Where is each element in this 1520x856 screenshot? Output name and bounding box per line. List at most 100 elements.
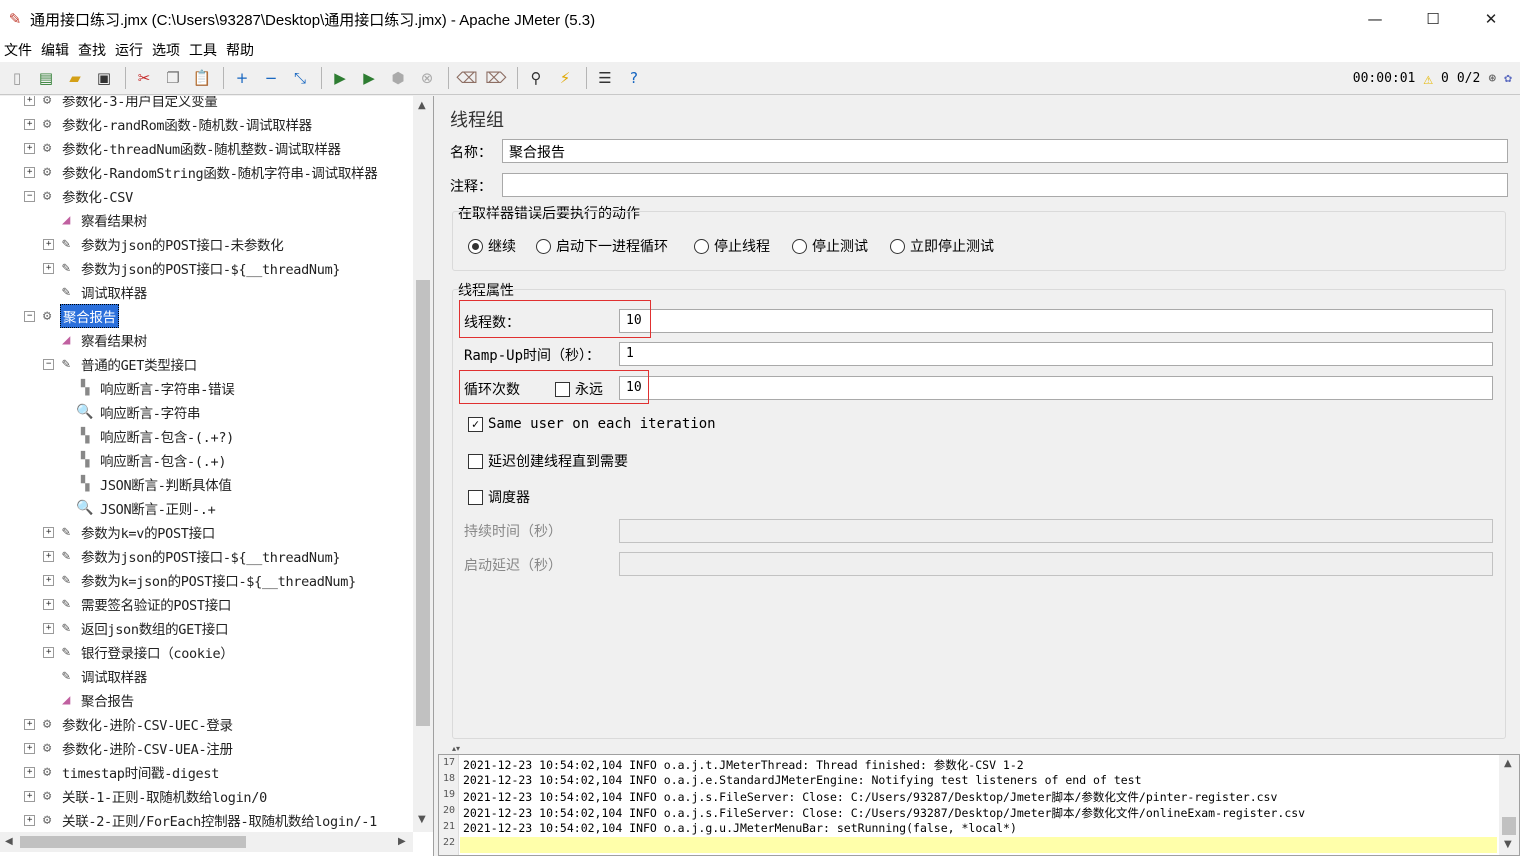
start-no-pauses-icon[interactable]: ▶	[356, 65, 382, 91]
tree-node[interactable]: + ⚙ 参数化-threadNum函数-随机整数-调试取样器	[24, 136, 343, 160]
tree-node[interactable]: 🔍 响应断言-字符串	[62, 400, 202, 424]
scroll-up-arrow-icon[interactable]: ▲	[418, 100, 426, 111]
tree-node[interactable]: + ⚙ 参数化-randRom函数-随机数-调试取样器	[24, 112, 314, 136]
comment-field[interactable]	[502, 173, 1508, 197]
expand-icon[interactable]: +	[24, 814, 35, 826]
copy-icon[interactable]: ❐	[160, 65, 186, 91]
log-toggle-icon[interactable]: ✿	[1504, 71, 1512, 86]
tree-node[interactable]: + ✎ 参数为k=v的POST接口	[43, 520, 217, 544]
tree-horizontal-scrollbar[interactable]: ◀ ▶	[0, 832, 413, 852]
reset-search-broom-icon[interactable]: ⚡	[552, 65, 578, 91]
expand-icon[interactable]: +	[24, 142, 35, 154]
tree-node[interactable]: + ✎ 需要签名验证的POST接口	[43, 592, 233, 616]
tree-node[interactable]: + ⚙ 参数化-进阶-CSV-UEC-登录	[24, 712, 235, 736]
splitter-arrows-icon[interactable]: ▴▾	[452, 744, 460, 753]
expand-icon[interactable]: +	[43, 574, 54, 586]
expand-icon[interactable]: +	[24, 118, 35, 130]
radio-continue[interactable]: 继续	[468, 236, 516, 256]
threads-field[interactable]: 10	[619, 309, 1493, 333]
scroll-down-arrow-icon[interactable]: ▼	[418, 814, 426, 825]
rampup-field[interactable]: 1	[619, 342, 1493, 366]
menu-options[interactable]: 选项	[152, 40, 180, 60]
tree-node[interactable]: + ⚙ 关联-1-正则-取随机数给login/0	[24, 784, 269, 808]
maximize-button[interactable]: ☐	[1404, 0, 1462, 38]
log-panel[interactable]: 17 2021-12-23 10:54:02,104 INFO o.a.j.t.J…	[438, 754, 1520, 856]
expand-all-icon[interactable]: +	[229, 65, 255, 91]
paste-icon[interactable]: 📋	[189, 65, 215, 91]
tree-node[interactable]: 🔍 JSON断言-正则-.+	[62, 496, 217, 520]
menu-tools[interactable]: 工具	[189, 40, 217, 60]
radio-start-next-loop[interactable]: 启动下一进程循环	[536, 236, 668, 256]
menu-edit[interactable]: 编辑	[41, 40, 69, 60]
tree-node[interactable]: + ⚙ 参数化-RandomString函数-随机字符串-调试取样器	[24, 160, 379, 184]
tree-node[interactable]: ▚ 响应断言-字符串-错误	[62, 376, 236, 400]
expand-icon[interactable]: +	[43, 526, 54, 538]
delay-thread-creation-checkbox[interactable]: 延迟创建线程直到需要	[468, 451, 628, 471]
tree-node[interactable]: ▚ 响应断言-包含-(.+?)	[62, 424, 236, 448]
tree-node[interactable]: − ⚙ 聚合报告	[24, 304, 119, 328]
tree-node[interactable]: + ✎ 返回json数组的GET接口	[43, 616, 230, 640]
menu-file[interactable]: 文件	[4, 40, 32, 60]
start-icon[interactable]: ▶	[327, 65, 353, 91]
expand-icon[interactable]: +	[24, 718, 35, 730]
expand-icon[interactable]: +	[24, 790, 35, 802]
expand-icon[interactable]: +	[24, 766, 35, 778]
tree-node[interactable]: + ✎ 参数为k=json的POST接口-${__threadNum}	[43, 568, 358, 592]
scroll-thumb[interactable]	[416, 280, 430, 726]
cut-icon[interactable]: ✂	[131, 65, 157, 91]
test-plan-tree[interactable]: + ⚙ 参数化-3-用户自定义变量 + ⚙ 参数化-randRom函数-随机数-调试取样器…	[0, 96, 434, 856]
same-user-checkbox[interactable]: ✓ Same user on each iteration	[468, 416, 716, 432]
scroll-down-arrow-icon[interactable]: ▼	[1504, 839, 1512, 850]
tree-node[interactable]: + ✎ 参数为json的POST接口-${__threadNum}	[43, 544, 342, 568]
collapse-icon[interactable]: −	[24, 190, 35, 202]
tree-node[interactable]: + ✎ 参数为json的POST接口-${__threadNum}	[43, 256, 342, 280]
tree-node[interactable]: ▚ 响应断言-包含-(.+)	[62, 448, 228, 472]
stop-icon[interactable]: ⬢	[385, 65, 411, 91]
shutdown-icon[interactable]: ⊗	[414, 65, 440, 91]
collapse-all-icon[interactable]: −	[258, 65, 284, 91]
tree-node[interactable]: ◢ 察看结果树	[43, 328, 149, 352]
help-icon[interactable]: ?	[621, 65, 647, 91]
clear-icon[interactable]: ⌫	[454, 65, 480, 91]
tree-node[interactable]: ◢ 聚合报告	[43, 688, 136, 712]
tree-node[interactable]: − ✎ 普通的GET类型接口	[43, 352, 199, 376]
tree-vertical-scrollbar[interactable]: ▲ ▼	[413, 96, 433, 832]
tree-node[interactable]: + ✎ 银行登录接口（cookie）	[43, 640, 236, 664]
expand-icon[interactable]: +	[24, 96, 35, 106]
search-binoculars-icon[interactable]: ⚲	[523, 65, 549, 91]
save-icon[interactable]: ▣	[91, 65, 117, 91]
tree-node[interactable]: ✎ 调试取样器	[43, 280, 149, 304]
scroll-up-arrow-icon[interactable]: ▲	[1504, 758, 1512, 769]
expand-icon[interactable]: +	[43, 262, 54, 274]
new-icon[interactable]: ▯	[4, 65, 30, 91]
menu-help[interactable]: 帮助	[226, 40, 254, 60]
collapse-icon[interactable]: −	[43, 358, 54, 370]
expand-icon[interactable]: +	[43, 238, 54, 250]
close-button[interactable]: ✕	[1462, 0, 1520, 38]
loop-count-field[interactable]: 10	[619, 376, 1493, 400]
menu-run[interactable]: 运行	[115, 40, 143, 60]
tree-node[interactable]: + ✎ 参数为json的POST接口-未参数化	[43, 232, 285, 256]
scroll-right-arrow-icon[interactable]: ▶	[398, 836, 406, 847]
open-icon[interactable]: ▰	[62, 65, 88, 91]
expand-icon[interactable]: +	[43, 598, 54, 610]
expand-icon[interactable]: +	[43, 646, 54, 658]
radio-stop-test[interactable]: 停止测试	[792, 236, 868, 256]
tree-node[interactable]: ✎ 调试取样器	[43, 664, 149, 688]
clear-all-icon[interactable]: ⌦	[483, 65, 509, 91]
expand-icon[interactable]: +	[24, 742, 35, 754]
toggle-icon[interactable]: ⤡	[287, 65, 313, 91]
tree-node[interactable]: ▚ JSON断言-判断具体值	[62, 472, 234, 496]
tree-node[interactable]: + ⚙ 关联-2-正则/ForEach控制器-取随机数给login/-1	[24, 808, 379, 832]
radio-stop-thread[interactable]: 停止线程	[694, 236, 770, 256]
tree-node[interactable]: − ⚙ 参数化-CSV	[24, 184, 135, 208]
minimize-button[interactable]: —	[1346, 0, 1404, 38]
expand-icon[interactable]: +	[43, 622, 54, 634]
scroll-thumb[interactable]	[20, 836, 246, 848]
templates-icon[interactable]: ▤	[33, 65, 59, 91]
expand-icon[interactable]: +	[24, 166, 35, 178]
log-vertical-scrollbar[interactable]: ▲ ▼	[1499, 755, 1519, 855]
scroll-thumb[interactable]	[1502, 817, 1516, 835]
tree-node[interactable]: + ⚙ 参数化-进阶-CSV-UEA-注册	[24, 736, 235, 760]
warning-icon[interactable]: ⚠	[1423, 69, 1433, 88]
